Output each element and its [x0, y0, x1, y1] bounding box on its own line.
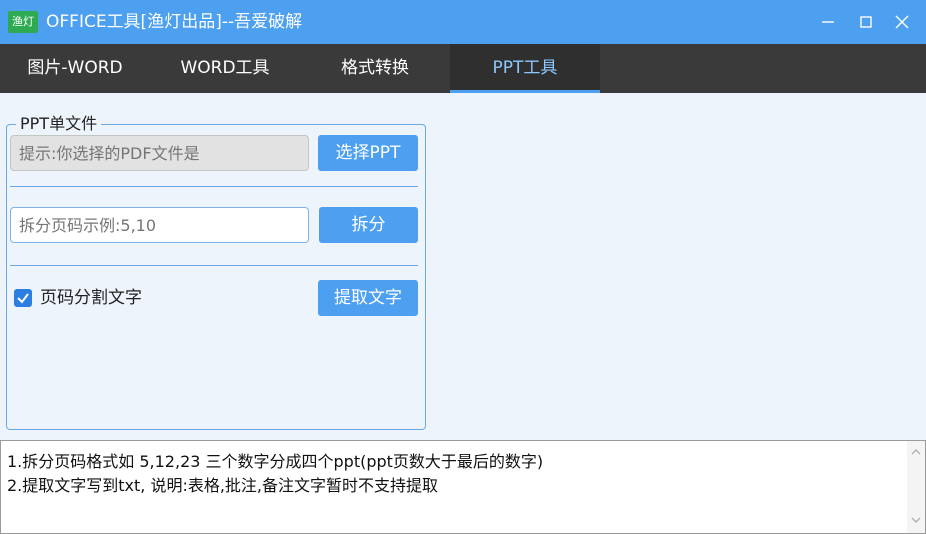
- divider: [10, 265, 418, 266]
- group-title: PPT单文件: [16, 113, 102, 135]
- checkmark-icon: [17, 293, 29, 304]
- file-path-field[interactable]: [10, 135, 309, 171]
- app-logo-icon: 渔灯: [8, 11, 38, 33]
- close-icon[interactable]: [892, 12, 912, 32]
- window-title: OFFICE工具[渔灯出品]--吾爱破解: [46, 12, 303, 32]
- scroll-up-icon[interactable]: [910, 447, 922, 457]
- page-split-text-checkbox[interactable]: [14, 289, 32, 307]
- divider: [10, 186, 418, 187]
- tab-bar: 图片-WORD WORD工具 格式转换 PPT工具: [0, 44, 926, 93]
- tab-format-convert[interactable]: 格式转换: [300, 44, 450, 93]
- split-button[interactable]: 拆分: [319, 207, 418, 243]
- checkbox-label: 页码分割文字: [40, 288, 142, 308]
- maximize-icon[interactable]: [856, 12, 876, 32]
- title-bar: 渔灯 OFFICE工具[渔灯出品]--吾爱破解: [0, 0, 926, 44]
- tab-word-tools[interactable]: WORD工具: [150, 44, 300, 93]
- notes-line: 2.提取文字写到txt, 说明:表格,批注,备注文字暂时不支持提取: [7, 476, 439, 495]
- extract-text-button[interactable]: 提取文字: [318, 280, 418, 316]
- vertical-scrollbar[interactable]: [907, 441, 925, 533]
- minimize-icon[interactable]: [818, 12, 838, 32]
- tab-image-word[interactable]: 图片-WORD: [0, 44, 150, 93]
- notes-line: 1.拆分页码格式如 5,12,23 三个数字分成四个ppt(ppt页数大于最后的…: [7, 452, 544, 471]
- tab-ppt-tools[interactable]: PPT工具: [450, 44, 600, 93]
- notes-textarea[interactable]: 1.拆分页码格式如 5,12,23 三个数字分成四个ppt(ppt页数大于最后的…: [0, 440, 926, 534]
- scroll-down-icon[interactable]: [910, 515, 922, 525]
- select-ppt-button[interactable]: 选择PPT: [318, 135, 418, 171]
- split-pages-input[interactable]: [10, 207, 309, 243]
